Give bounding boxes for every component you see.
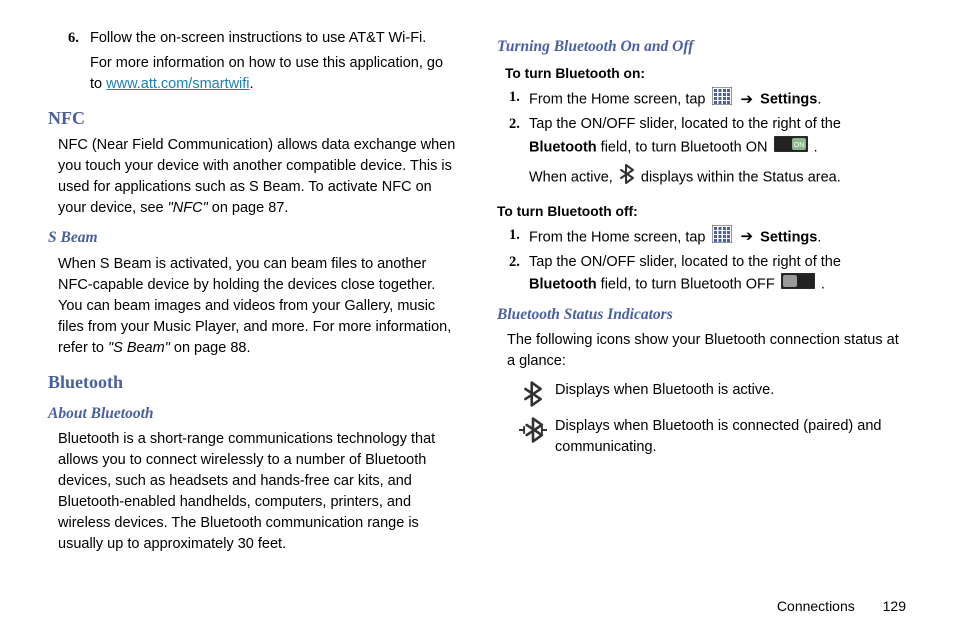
status-intro: The following icons show your Bluetooth … — [507, 330, 906, 372]
step-text: From the Home screen, tap ➔ Settings. — [529, 87, 906, 112]
step-text: Tap the ON/OFF slider, located to the ri… — [529, 114, 906, 195]
step-text: Tap the ON/OFF slider, located to the ri… — [529, 252, 906, 296]
about-bluetooth-heading: About Bluetooth — [48, 403, 457, 425]
nfc-heading: NFC — [48, 105, 457, 131]
page-footer: Connections 129 — [777, 596, 906, 616]
sbeam-ref: "S Beam" — [108, 340, 174, 356]
slider-off-icon — [781, 273, 815, 296]
step-number: 1. — [509, 87, 529, 108]
bluetooth-heading: Bluetooth — [48, 369, 457, 395]
sbeam-body: When S Beam is activated, you can beam f… — [58, 254, 457, 359]
nfc-body: NFC (Near Field Communication) allows da… — [58, 135, 457, 219]
bluetooth-paired-icon — [511, 416, 555, 444]
bluetooth-active-icon — [511, 380, 555, 408]
step-number: 2. — [509, 114, 529, 135]
status-heading: Bluetooth Status Indicators — [497, 304, 906, 326]
arrow-icon: ➔ — [741, 91, 754, 108]
on-label: To turn Bluetooth on: — [505, 64, 906, 84]
sbeam-heading: S Beam — [48, 227, 457, 249]
about-bluetooth-body: Bluetooth is a short-range communication… — [58, 429, 457, 555]
bluetooth-icon — [619, 163, 635, 192]
step-extra: For more information on how to use this … — [90, 53, 457, 95]
slider-on-icon — [774, 136, 808, 159]
step-number: 1. — [509, 225, 529, 246]
arrow-icon: ➔ — [741, 228, 754, 245]
left-column: 6. Follow the on-screen instructions to … — [48, 28, 457, 561]
off-label: To turn Bluetooth off: — [497, 202, 906, 222]
right-column: Turning Bluetooth On and Off To turn Blu… — [497, 28, 906, 561]
turning-heading: Turning Bluetooth On and Off — [497, 36, 906, 58]
step-text: From the Home screen, tap ➔ Settings. — [529, 225, 906, 250]
step-number: 2. — [509, 252, 529, 273]
step-text: Follow the on-screen instructions to use… — [90, 28, 457, 49]
status-row-paired: Displays when Bluetooth is connected (pa… — [511, 416, 906, 458]
status-row-active: Displays when Bluetooth is active. — [511, 380, 906, 408]
step-number: 6. — [68, 28, 90, 49]
footer-section: Connections — [777, 598, 855, 614]
apps-grid-icon — [712, 87, 732, 112]
smartwifi-link[interactable]: www.att.com/smartwifi — [106, 76, 249, 92]
footer-page: 129 — [883, 598, 906, 614]
nfc-ref: "NFC" — [168, 200, 208, 216]
apps-grid-icon — [712, 225, 732, 250]
